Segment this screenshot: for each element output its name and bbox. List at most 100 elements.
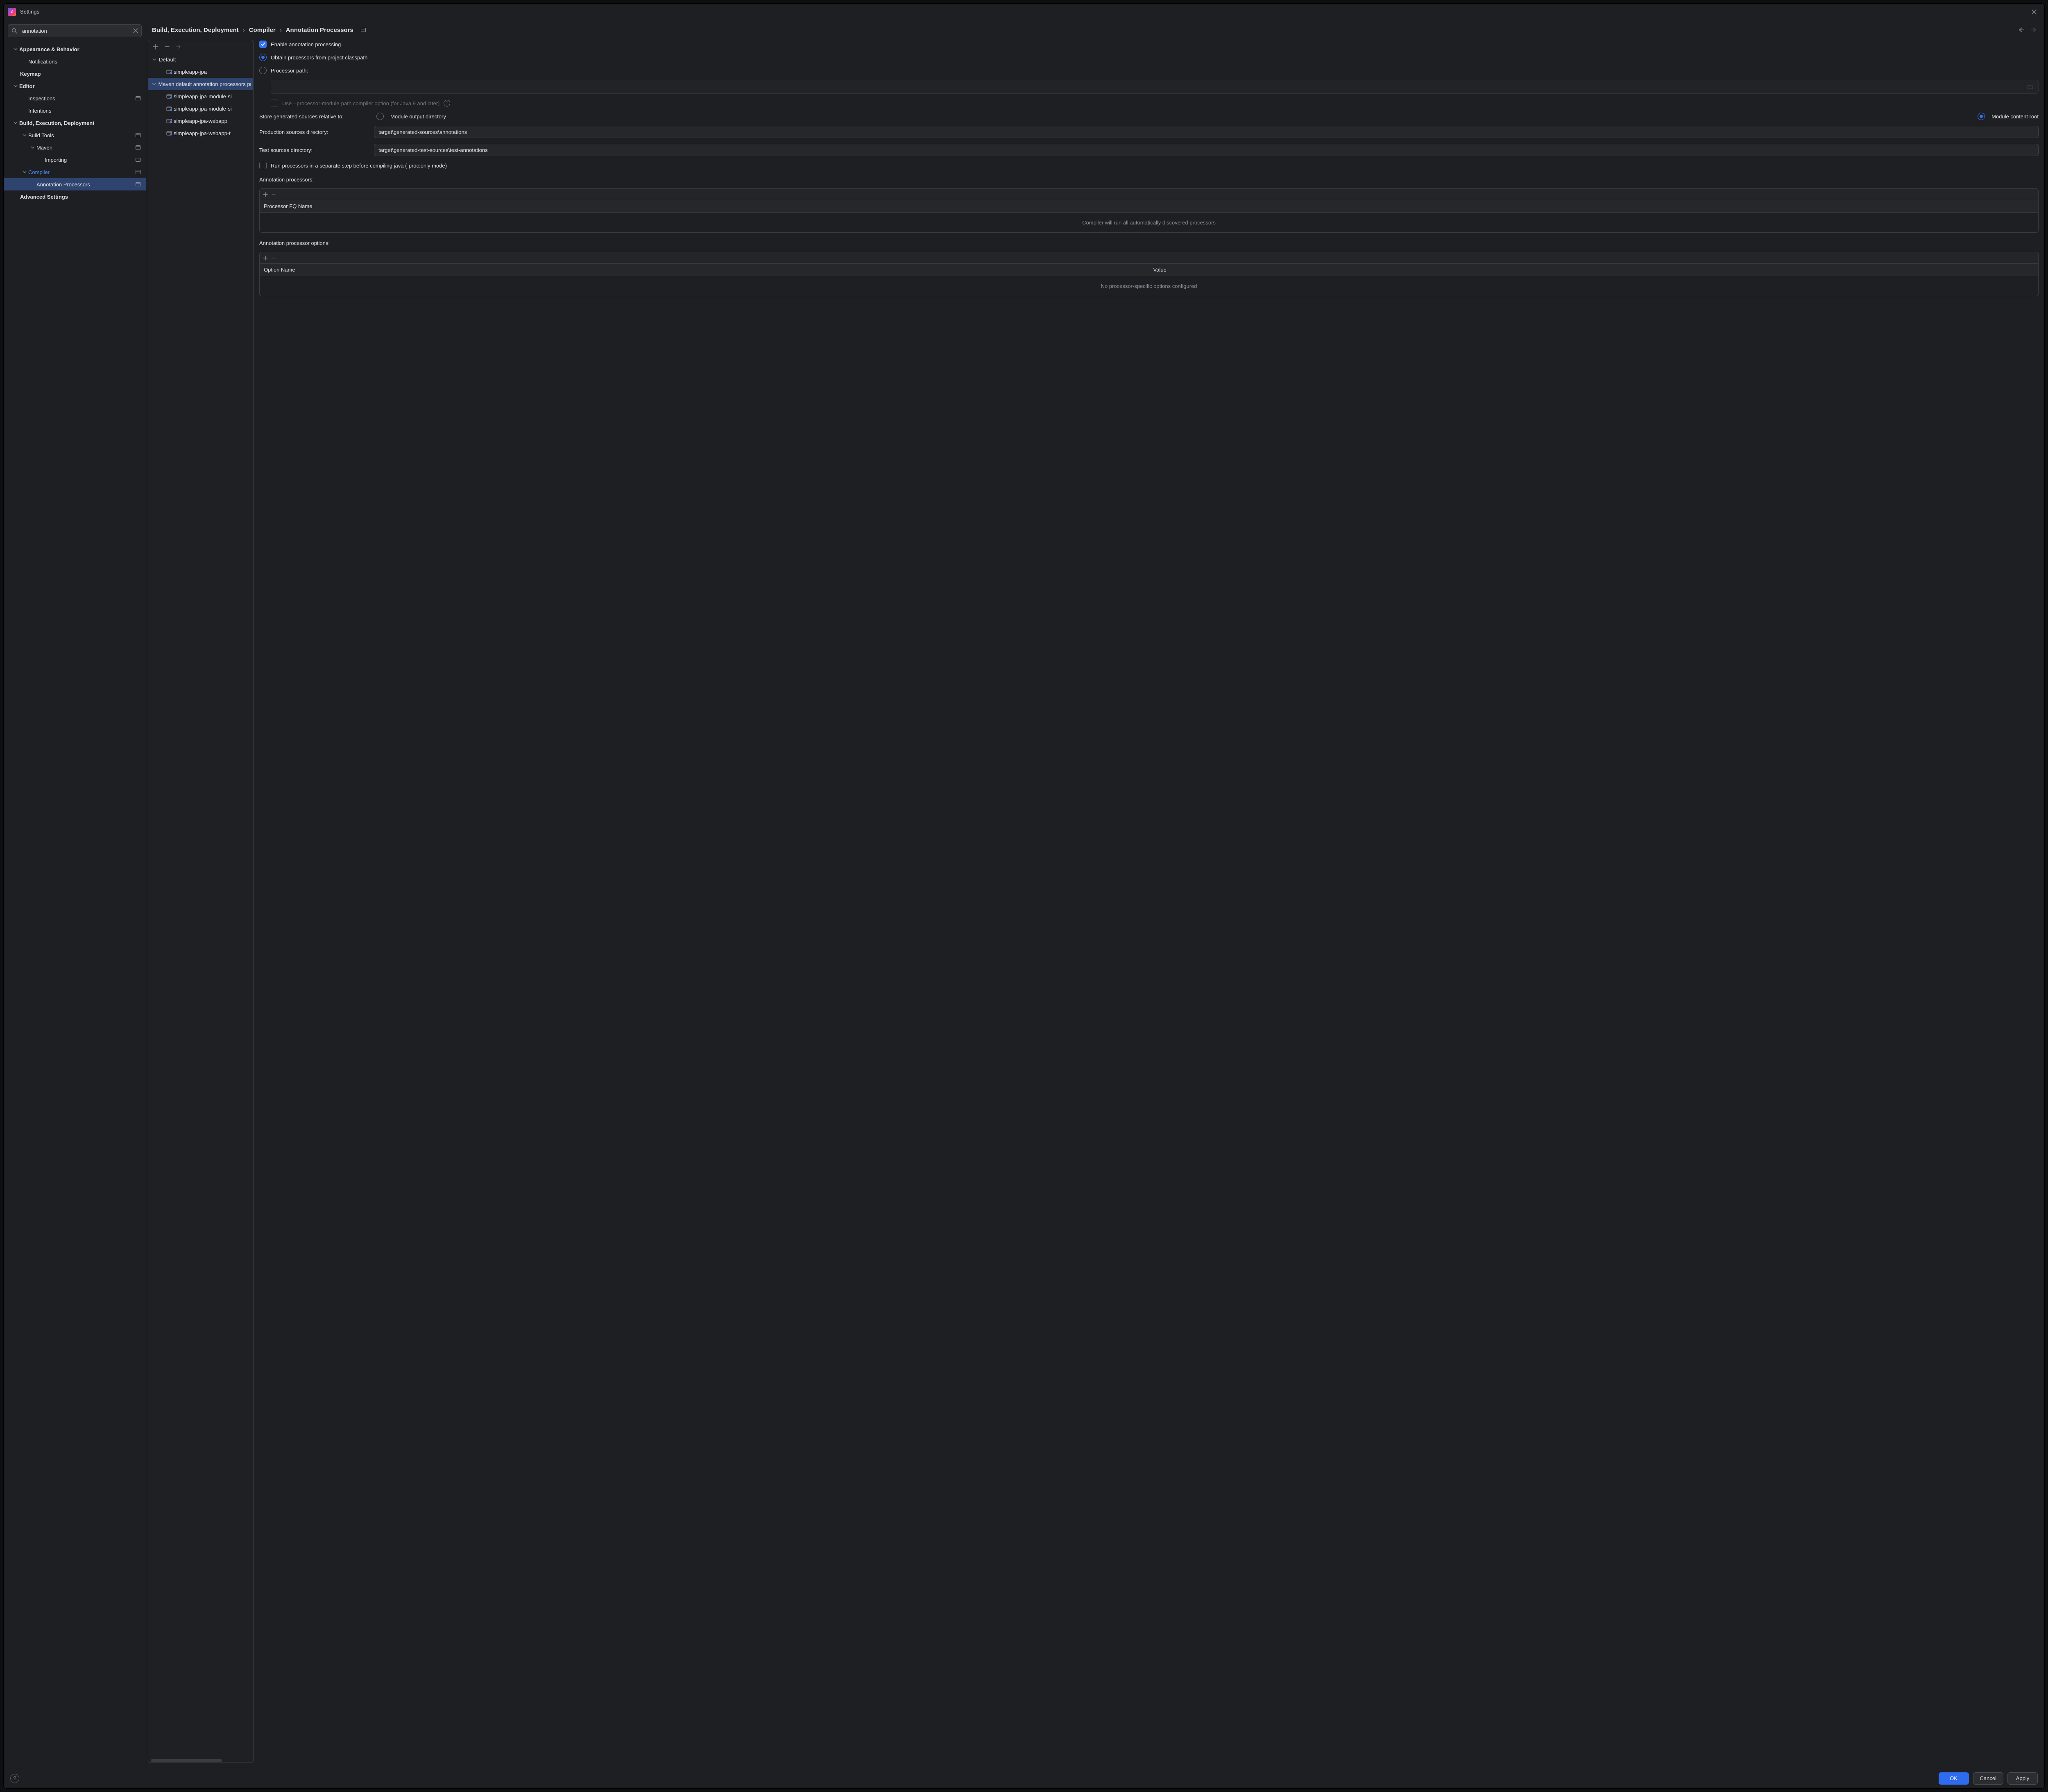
apply-button[interactable]: Apply xyxy=(2007,1772,2038,1785)
crumb-compiler[interactable]: Compiler xyxy=(249,27,276,34)
project-scope-icon xyxy=(360,27,367,33)
settings-tree[interactable]: Appearance & Behavior Notifications Keym… xyxy=(4,41,146,1764)
remove-profile-button[interactable] xyxy=(163,43,171,51)
store-output-radio[interactable] xyxy=(376,113,384,120)
module-icon xyxy=(166,130,172,136)
window-title: Settings xyxy=(20,9,39,15)
module-path-option-checkbox xyxy=(271,100,278,107)
search-input[interactable] xyxy=(8,24,142,37)
remove-processor-button xyxy=(271,192,276,197)
chevron-down-icon xyxy=(22,133,27,137)
enable-annotation-processing-checkbox[interactable] xyxy=(259,41,267,48)
processors-empty-text: Compiler will run all automatically disc… xyxy=(260,213,2038,232)
crumb-bed[interactable]: Build, Execution, Deployment xyxy=(152,27,239,34)
processor-path-field xyxy=(274,82,2023,91)
project-scope-icon xyxy=(134,144,142,151)
obtain-from-classpath-radio[interactable] xyxy=(259,54,267,61)
chevron-down-icon xyxy=(152,57,157,61)
annotation-processors-label: Annotation processors: xyxy=(259,177,2039,183)
module-icon xyxy=(166,69,172,75)
project-scope-icon xyxy=(134,168,142,176)
module-path-label: Use --processor-module-path compiler opt… xyxy=(282,100,440,106)
nav-maven[interactable]: Maven xyxy=(4,141,146,154)
module-item[interactable]: simpleapp-jpa-module-si xyxy=(148,90,253,102)
titlebar: Settings xyxy=(4,4,2044,20)
move-to-button[interactable] xyxy=(174,43,183,51)
help-button[interactable]: ? xyxy=(10,1774,19,1783)
prod-dir-label: Production sources directory: xyxy=(259,129,370,135)
nav-importing[interactable]: Importing xyxy=(4,154,146,166)
project-scope-icon xyxy=(134,181,142,188)
col-fq-name: Processor FQ Name xyxy=(260,203,2038,209)
horizontal-scrollbar[interactable] xyxy=(148,1758,253,1763)
col-option-value: Value xyxy=(1149,267,2039,273)
prod-dir-field[interactable] xyxy=(374,126,2039,138)
nav-intentions[interactable]: Intentions xyxy=(4,104,146,117)
enable-label: Enable annotation processing xyxy=(271,41,341,48)
profiles-panel: Default simpleapp-jpa Maven default anno… xyxy=(148,40,254,1763)
separate-label: Run processors in a separate step before… xyxy=(271,163,447,169)
chevron-down-icon xyxy=(152,82,157,86)
nav-build-tools[interactable]: Build Tools xyxy=(4,129,146,141)
test-dir-field[interactable] xyxy=(374,144,2039,156)
chevron-right-icon: › xyxy=(280,27,282,34)
profiles-tree[interactable]: Default simpleapp-jpa Maven default anno… xyxy=(148,53,253,1758)
processor-options-table: Option Name Value No processor-specific … xyxy=(259,252,2039,296)
module-item[interactable]: simpleapp-jpa xyxy=(148,66,253,78)
module-icon xyxy=(166,93,172,99)
add-option-button[interactable] xyxy=(263,256,268,261)
processor-path-radio[interactable] xyxy=(259,67,267,74)
nav-inspections[interactable]: Inspections xyxy=(4,92,146,104)
module-icon xyxy=(166,106,172,111)
cancel-button[interactable]: Cancel xyxy=(1973,1772,2003,1785)
store-output-label: Module output directory xyxy=(390,113,446,120)
clear-search-icon[interactable] xyxy=(133,28,138,34)
nav-editor[interactable]: Editor xyxy=(4,80,146,92)
store-label: Store generated sources relative to: xyxy=(259,113,370,120)
profile-default[interactable]: Default xyxy=(148,53,253,66)
add-profile-button[interactable] xyxy=(152,43,160,51)
remove-option-button xyxy=(271,256,276,261)
intellij-logo-icon xyxy=(8,8,16,16)
col-option-name: Option Name xyxy=(260,267,1149,273)
nav-compiler[interactable]: Compiler xyxy=(4,166,146,178)
chevron-down-icon xyxy=(13,84,18,88)
chevron-down-icon xyxy=(22,170,27,174)
module-item[interactable]: simpleapp-jpa-webapp-t xyxy=(148,127,253,139)
chevron-right-icon: › xyxy=(243,27,245,34)
chevron-down-icon xyxy=(13,121,18,125)
nav-appearance[interactable]: Appearance & Behavior xyxy=(4,43,146,55)
close-button[interactable] xyxy=(2030,7,2039,16)
dialog-footer: ? OK Cancel Apply xyxy=(4,1768,2044,1788)
store-content-radio[interactable] xyxy=(1978,113,1985,120)
help-icon[interactable]: ? xyxy=(444,100,450,106)
processor-options-label: Annotation processor options: xyxy=(259,240,2039,246)
nav-bed[interactable]: Build, Execution, Deployment xyxy=(4,117,146,129)
breadcrumb: Build, Execution, Deployment › Compiler … xyxy=(146,20,2044,40)
nav-forward-button xyxy=(2030,25,2039,34)
test-dir-label: Test sources directory: xyxy=(259,147,370,153)
nav-back-button[interactable] xyxy=(2016,25,2025,34)
module-icon xyxy=(166,118,172,124)
nav-advanced[interactable]: Advanced Settings xyxy=(4,190,146,203)
add-processor-button[interactable] xyxy=(263,192,268,197)
browse-folder-icon xyxy=(2026,82,2035,91)
nav-notifications[interactable]: Notifications xyxy=(4,55,146,68)
processor-settings-form: Enable annotation processing Obtain proc… xyxy=(259,40,2039,1763)
profile-maven-default[interactable]: Maven default annotation processors prof… xyxy=(148,78,253,90)
store-content-label: Module content root xyxy=(1991,113,2039,120)
project-scope-icon xyxy=(134,95,142,102)
separate-step-checkbox[interactable] xyxy=(259,162,267,169)
crumb-annot: Annotation Processors xyxy=(286,27,353,34)
chevron-down-icon xyxy=(30,145,36,150)
module-item[interactable]: simpleapp-jpa-webapp xyxy=(148,115,253,127)
nav-keymap[interactable]: Keymap xyxy=(4,68,146,80)
project-scope-icon xyxy=(134,131,142,139)
nav-annotation-processors[interactable]: Annotation Processors xyxy=(4,178,146,190)
module-item[interactable]: simpleapp-jpa-module-si xyxy=(148,102,253,115)
settings-window: Settings Appearance & Behavior xyxy=(3,3,2045,1789)
annotation-processors-table: Processor FQ Name Compiler will run all … xyxy=(259,188,2039,233)
options-empty-text: No processor-specific options configured xyxy=(260,276,2038,296)
ok-button[interactable]: OK xyxy=(1939,1772,1969,1785)
settings-tree-panel: Appearance & Behavior Notifications Keym… xyxy=(4,20,146,1768)
